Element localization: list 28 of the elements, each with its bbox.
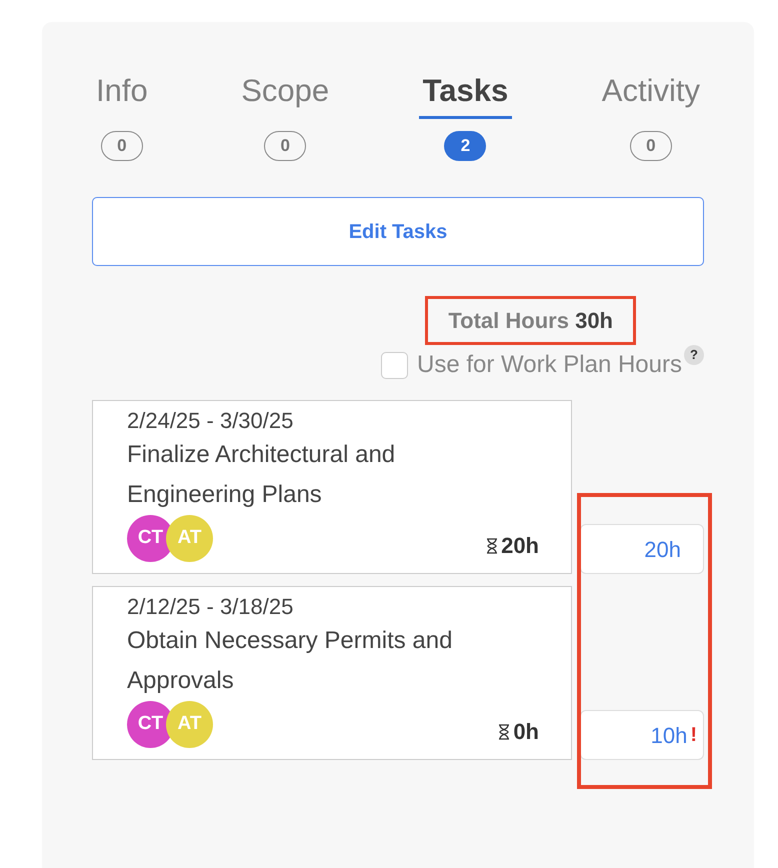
tab[interactable]: Tasks 2 (418, 72, 512, 161)
warning-mark: ! (690, 723, 697, 748)
task-dates: 2/24/25 - 3/30/25 (127, 407, 294, 435)
checkbox[interactable] (381, 352, 408, 378)
logged-hours: 20h (501, 532, 539, 560)
hourglass-icon (486, 538, 498, 554)
task-card[interactable]: 2/24/25 - 3/30/25 Finalize Architectural and Engineering Plans CT AT 20h (92, 400, 572, 574)
tab[interactable]: Activity 0 (598, 72, 704, 161)
avatar: AT (166, 701, 213, 748)
count-badge: 0 (100, 131, 143, 161)
edit-tasks-button[interactable]: Edit Tasks (92, 197, 704, 266)
tab[interactable]: Scope 0 (237, 72, 334, 161)
logged-hours: 0h (513, 718, 539, 746)
task-title: Finalize Architectural and Engineering Plans (127, 440, 396, 510)
help-icon[interactable]: ? (684, 345, 704, 365)
avatar: AT (166, 515, 213, 562)
task-card[interactable]: 2/12/25 - 3/18/25 Obtain Necessary Permits and Approvals CT AT 0h (92, 586, 572, 760)
hours-input[interactable]: 20h (580, 524, 704, 574)
checkbox-label: Use for Work Plan Hours (417, 350, 682, 380)
task-title: Obtain Necessary Permits and Approvals (127, 626, 454, 696)
total-hours: Total Hours 30h (425, 296, 636, 345)
tab[interactable]: Info 0 (92, 72, 152, 161)
hourglass-icon (498, 724, 510, 740)
count-badge: 0 (630, 131, 672, 161)
task-dates: 2/12/25 - 3/18/25 (127, 593, 294, 621)
hours-input[interactable]: 10h! (580, 710, 704, 760)
count-badge: 2 (444, 131, 486, 161)
count-badge: 0 (264, 131, 306, 161)
